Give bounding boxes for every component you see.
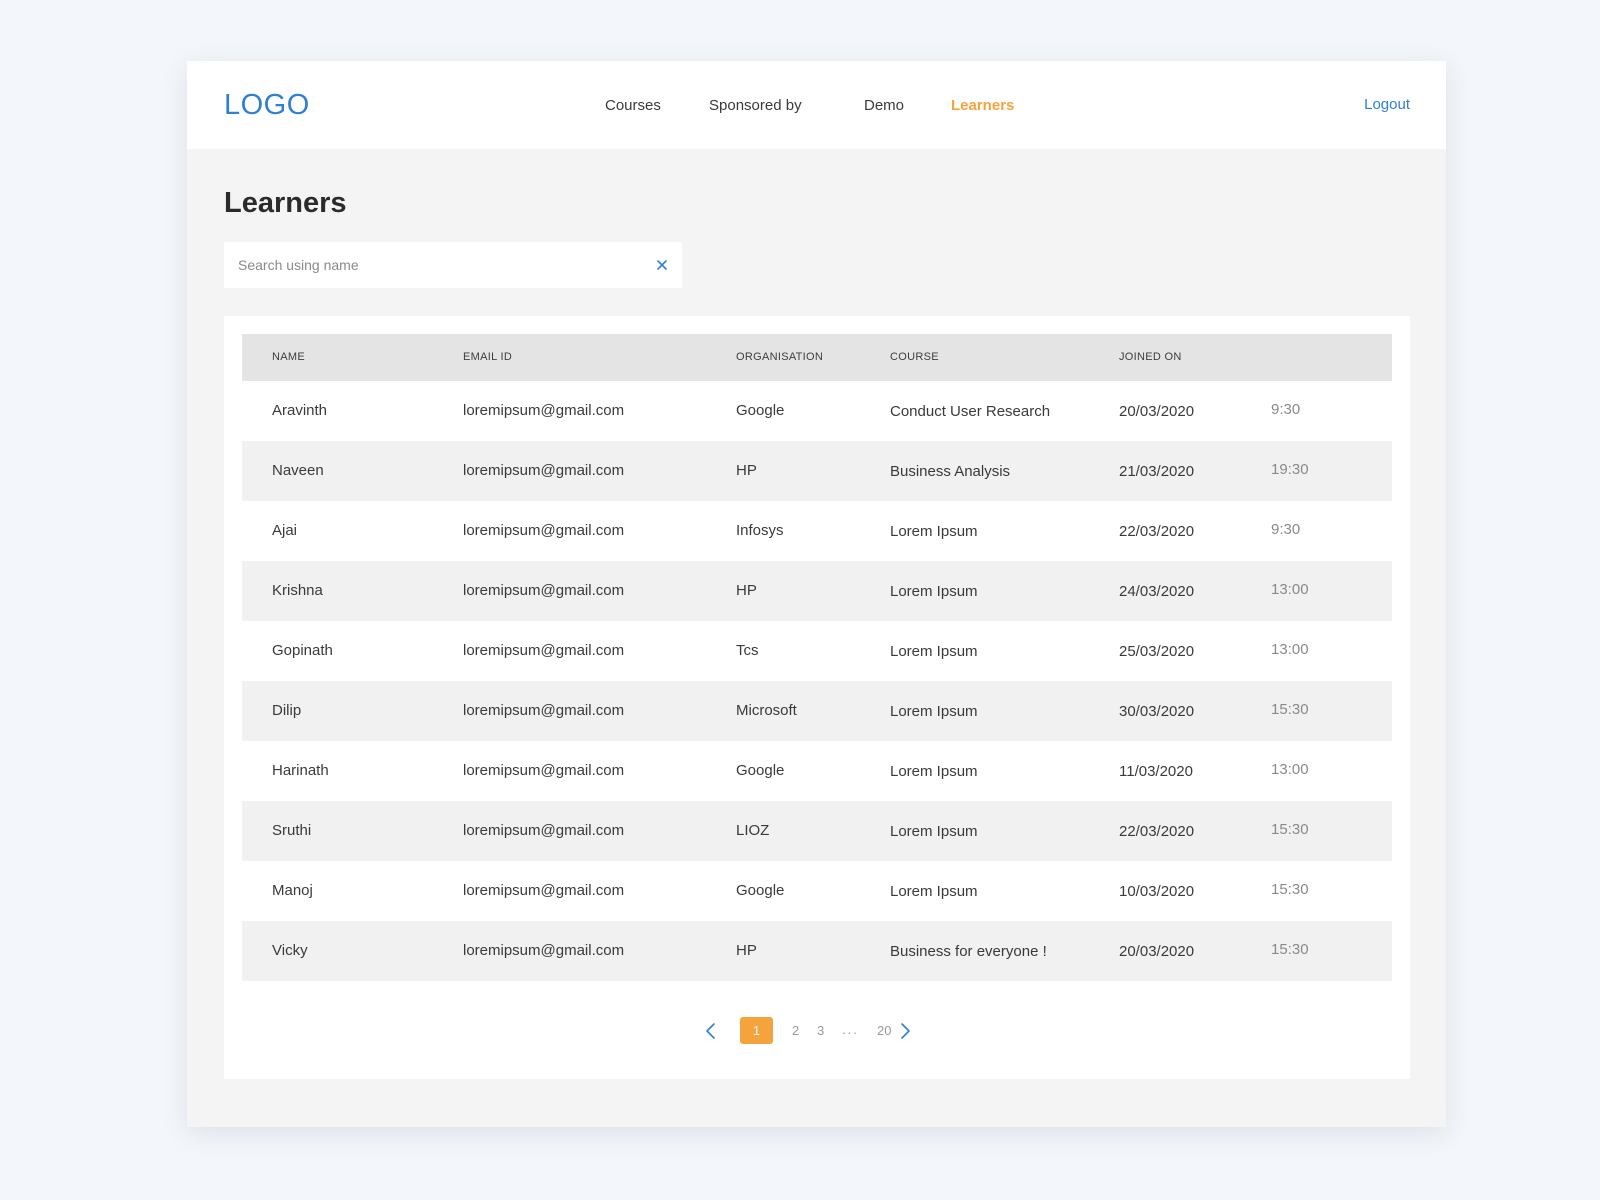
cell-joined-time: 15:30 <box>1271 821 1309 838</box>
cell-joined-date: 22/03/2020 <box>1119 523 1195 540</box>
chevron-left-icon[interactable] <box>702 1021 720 1041</box>
column-header-organisation[interactable]: ORGANISATION <box>736 351 823 363</box>
cell-organisation: LIOZ <box>736 822 770 839</box>
cell-course: Business Analysis <box>890 463 1011 480</box>
cell-organisation: Tcs <box>736 642 759 659</box>
table-body: Aravinth loremipsum@gmail.com Google Conduc… <box>242 381 1392 981</box>
table-row[interactable]: Vicky loremipsum@gmail.com HP Business for … <box>242 921 1392 981</box>
cell-joined-date: 21/03/2020 <box>1119 463 1195 480</box>
cell-organisation: Google <box>736 402 785 419</box>
column-header-course[interactable]: COURSE <box>890 351 939 363</box>
cell-email: loremipsum@gmail.com <box>463 462 625 479</box>
app-window: LOGO Courses Sponsored by Demo Learners … <box>187 61 1446 1127</box>
cell-joined-date: 11/03/2020 <box>1119 763 1193 780</box>
cell-name: Harinath <box>272 762 329 779</box>
cell-joined-date: 25/03/2020 <box>1119 643 1195 660</box>
cell-joined-date: 30/03/2020 <box>1119 703 1195 720</box>
cell-name: Gopinath <box>272 642 333 659</box>
table-row[interactable]: Gopinath loremipsum@gmail.com Tcs Lorem Ips… <box>242 621 1392 681</box>
cell-course: Conduct User Research <box>890 403 1051 420</box>
cell-email: loremipsum@gmail.com <box>463 642 625 659</box>
table-row[interactable]: Manoj loremipsum@gmail.com Google Lorem Ips… <box>242 861 1392 921</box>
cell-joined-time: 15:30 <box>1271 881 1309 898</box>
cell-joined-time: 13:00 <box>1271 581 1309 598</box>
cell-organisation: Microsoft <box>736 702 797 719</box>
nav-demo[interactable]: Demo <box>864 97 904 114</box>
close-icon[interactable] <box>652 255 672 275</box>
cell-email: loremipsum@gmail.com <box>463 702 625 719</box>
page-current[interactable]: 1 <box>740 1017 773 1044</box>
page-ellipsis: ... <box>842 1022 859 1037</box>
cell-name: Krishna <box>272 582 323 599</box>
cell-name: Dilip <box>272 702 302 719</box>
cell-email: loremipsum@gmail.com <box>463 402 625 419</box>
table-row[interactable]: Krishna loremipsum@gmail.com HP Lorem Ipsum… <box>242 561 1392 621</box>
cell-course: Lorem Ipsum <box>890 823 978 840</box>
cell-name: Sruthi <box>272 822 312 839</box>
page-number[interactable]: 3 <box>817 1023 824 1038</box>
search-box <box>224 242 682 288</box>
cell-organisation: HP <box>736 462 757 479</box>
table-row[interactable]: Harinath loremipsum@gmail.com Google Lorem … <box>242 741 1392 801</box>
cell-joined-time: 9:30 <box>1271 521 1301 538</box>
chevron-right-icon[interactable] <box>896 1021 914 1041</box>
cell-joined-date: 20/03/2020 <box>1119 943 1195 960</box>
cell-organisation: Infosys <box>736 522 784 539</box>
cell-organisation: HP <box>736 582 757 599</box>
nav-courses[interactable]: Courses <box>605 97 661 114</box>
cell-joined-time: 13:00 <box>1271 641 1309 658</box>
cell-joined-time: 19:30 <box>1271 461 1309 478</box>
cell-name: Manoj <box>272 882 313 899</box>
cell-joined-time: 15:30 <box>1271 701 1309 718</box>
nav-learners[interactable]: Learners <box>951 97 1014 114</box>
learners-table-card: NAME EMAIL ID ORGANISATION COURSE JOINED… <box>224 316 1410 1079</box>
table-row[interactable]: Sruthi loremipsum@gmail.com LIOZ Lorem Ipsu… <box>242 801 1392 861</box>
cell-joined-date: 22/03/2020 <box>1119 823 1195 840</box>
cell-name: Ajai <box>272 522 298 539</box>
logo[interactable]: LOGO <box>224 89 310 122</box>
cell-course: Lorem Ipsum <box>890 523 978 540</box>
cell-joined-time: 9:30 <box>1271 401 1301 418</box>
cell-joined-time: 13:00 <box>1271 761 1309 778</box>
cell-course: Lorem Ipsum <box>890 643 978 660</box>
cell-email: loremipsum@gmail.com <box>463 582 625 599</box>
cell-course: Lorem Ipsum <box>890 763 978 780</box>
cell-name: Vicky <box>272 942 308 959</box>
column-header-joined-on[interactable]: JOINED ON <box>1119 351 1182 363</box>
cell-name: Naveen <box>272 462 324 479</box>
top-navigation-bar: LOGO Courses Sponsored by Demo Learners … <box>187 61 1446 149</box>
table-header: NAME EMAIL ID ORGANISATION COURSE JOINED… <box>242 334 1392 381</box>
column-header-email[interactable]: EMAIL ID <box>463 351 512 363</box>
search-input[interactable] <box>224 242 634 288</box>
cell-joined-time: 15:30 <box>1271 941 1309 958</box>
page-last[interactable]: 20 <box>877 1023 891 1038</box>
cell-course: Lorem Ipsum <box>890 583 978 600</box>
cell-email: loremipsum@gmail.com <box>463 522 625 539</box>
cell-organisation: Google <box>736 882 785 899</box>
column-header-name[interactable]: NAME <box>272 351 305 363</box>
cell-course: Lorem Ipsum <box>890 883 978 900</box>
page-number[interactable]: 2 <box>792 1023 799 1038</box>
cell-name: Aravinth <box>272 402 328 419</box>
cell-email: loremipsum@gmail.com <box>463 822 625 839</box>
table-row[interactable]: Ajai loremipsum@gmail.com Infosys Lorem Ips… <box>242 501 1392 561</box>
nav-sponsored-by[interactable]: Sponsored by <box>709 97 802 114</box>
cell-joined-date: 10/03/2020 <box>1119 883 1195 900</box>
cell-joined-date: 20/03/2020 <box>1119 403 1195 420</box>
cell-email: loremipsum@gmail.com <box>463 762 625 779</box>
cell-organisation: Google <box>736 762 785 779</box>
table-row[interactable]: Dilip loremipsum@gmail.com Microsoft Lorem … <box>242 681 1392 741</box>
table-row[interactable]: Aravinth loremipsum@gmail.com Google Conduc… <box>242 381 1392 441</box>
cell-course: Lorem Ipsum <box>890 703 978 720</box>
learners-table: NAME EMAIL ID ORGANISATION COURSE JOINED… <box>242 334 1392 981</box>
cell-email: loremipsum@gmail.com <box>463 882 625 899</box>
cell-organisation: HP <box>736 942 757 959</box>
page-title: Learners <box>224 187 347 219</box>
table-row[interactable]: Naveen loremipsum@gmail.com HP Business Ana… <box>242 441 1392 501</box>
pagination: 1 2 3 ... 20 <box>224 1016 1410 1046</box>
cell-joined-date: 24/03/2020 <box>1119 583 1195 600</box>
cell-email: loremipsum@gmail.com <box>463 942 625 959</box>
logout-link[interactable]: Logout <box>1364 96 1410 113</box>
cell-course: Business for everyone ! <box>890 943 1047 960</box>
